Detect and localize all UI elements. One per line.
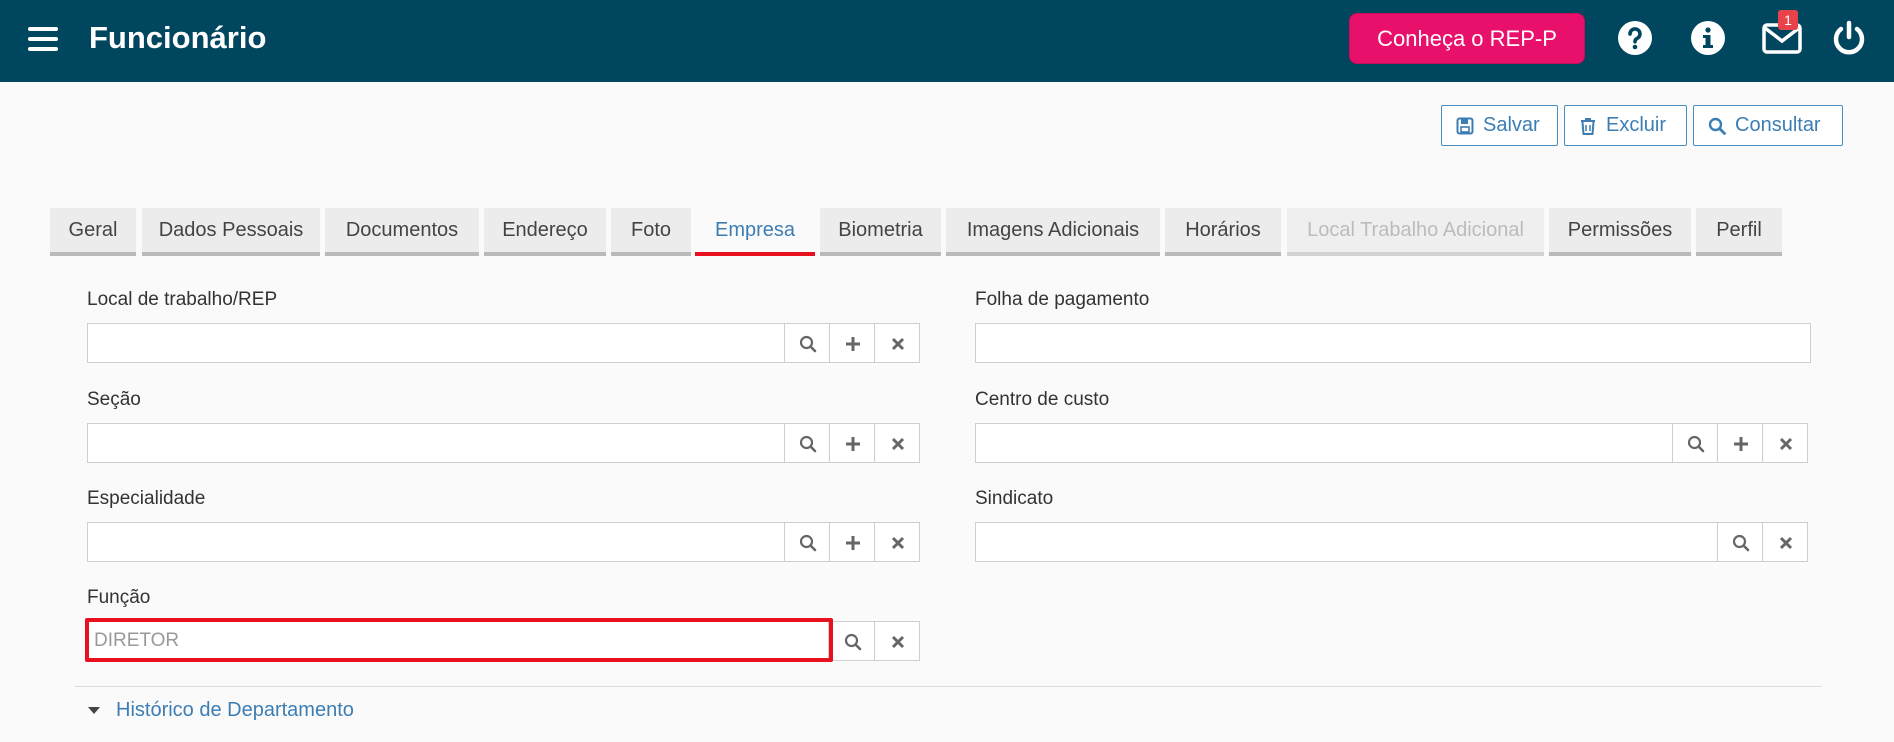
- search-icon: [799, 335, 817, 353]
- top-header-bar: Funcionário Conheça o REP-P 1: [0, 0, 1894, 82]
- section-divider: [75, 686, 1822, 687]
- sindicato-clear-button[interactable]: [1762, 522, 1808, 562]
- tab-imagens-adicionais[interactable]: Imagens Adicionais: [946, 208, 1160, 256]
- tab-permissoes[interactable]: Permissões: [1549, 208, 1691, 256]
- delete-label: Excluir: [1606, 114, 1667, 136]
- plus-icon: [846, 337, 860, 351]
- plus-icon: [846, 437, 860, 451]
- local-trabalho-search-button[interactable]: [784, 323, 830, 363]
- funcao-clear-button[interactable]: [874, 621, 920, 661]
- sindicato-search-button[interactable]: [1717, 522, 1763, 562]
- secao-search-button[interactable]: [784, 423, 830, 463]
- rep-p-button[interactable]: Conheça o REP-P: [1349, 13, 1585, 64]
- secao-add-button[interactable]: [829, 423, 875, 463]
- local-trabalho-clear-button[interactable]: [874, 323, 920, 363]
- tab-local-trabalho-adicional: Local Trabalho Adicional: [1287, 208, 1544, 256]
- info-icon[interactable]: [1690, 20, 1726, 56]
- page-title: Funcionário: [89, 20, 267, 55]
- especialidade-label: Especialidade: [87, 488, 206, 509]
- folha-pagamento-label: Folha de pagamento: [975, 289, 1150, 310]
- save-label: Salvar: [1483, 114, 1540, 136]
- funcao-input[interactable]: [87, 621, 829, 661]
- centro-custo-add-button[interactable]: [1717, 423, 1763, 463]
- tab-perfil[interactable]: Perfil: [1696, 208, 1782, 256]
- secao-input[interactable]: [87, 423, 785, 463]
- close-icon: [891, 337, 905, 351]
- search-icon: [844, 633, 862, 651]
- tab-geral[interactable]: Geral: [50, 208, 136, 256]
- search-icon: [799, 534, 817, 552]
- close-icon: [891, 536, 905, 550]
- delete-button[interactable]: Excluir: [1564, 105, 1687, 146]
- local-trabalho-add-button[interactable]: [829, 323, 875, 363]
- secao-clear-button[interactable]: [874, 423, 920, 463]
- centro-custo-label: Centro de custo: [975, 389, 1110, 410]
- local-trabalho-label: Local de trabalho/REP: [87, 289, 278, 310]
- close-icon: [891, 635, 905, 649]
- search-icon: [799, 435, 817, 453]
- especialidade-search-button[interactable]: [784, 522, 830, 562]
- tab-empresa[interactable]: Empresa: [695, 208, 815, 256]
- search-icon: [1708, 117, 1726, 135]
- tab-endereco[interactable]: Endereço: [484, 208, 606, 256]
- especialidade-add-button[interactable]: [829, 522, 875, 562]
- search-icon: [1732, 534, 1750, 552]
- centro-custo-search-button[interactable]: [1672, 423, 1718, 463]
- local-trabalho-input[interactable]: [87, 323, 785, 363]
- menu-icon[interactable]: [28, 27, 60, 53]
- close-icon: [1779, 437, 1793, 451]
- tab-horarios[interactable]: Horários: [1165, 208, 1281, 256]
- sindicato-label: Sindicato: [975, 488, 1054, 509]
- historico-departamento-link[interactable]: Histórico de Departamento: [116, 698, 354, 722]
- help-icon[interactable]: [1617, 20, 1653, 56]
- especialidade-input[interactable]: [87, 522, 785, 562]
- consult-button[interactable]: Consultar: [1693, 105, 1843, 146]
- tab-dados-pessoais[interactable]: Dados Pessoais: [142, 208, 320, 256]
- power-icon[interactable]: [1831, 20, 1867, 56]
- sindicato-input[interactable]: [975, 522, 1718, 562]
- notification-badge: 1: [1778, 10, 1798, 30]
- save-icon: [1456, 117, 1474, 135]
- tab-documentos[interactable]: Documentos: [325, 208, 479, 256]
- funcao-search-button[interactable]: [829, 621, 875, 661]
- secao-label: Seção: [87, 389, 141, 410]
- close-icon: [891, 437, 905, 451]
- centro-custo-input[interactable]: [975, 423, 1673, 463]
- tab-biometria[interactable]: Biometria: [820, 208, 941, 256]
- centro-custo-clear-button[interactable]: [1762, 423, 1808, 463]
- trash-icon: [1581, 118, 1595, 135]
- tab-foto[interactable]: Foto: [611, 208, 691, 256]
- search-icon: [1687, 435, 1705, 453]
- plus-icon: [1734, 437, 1748, 451]
- folha-pagamento-input[interactable]: [975, 323, 1811, 363]
- save-button[interactable]: Salvar: [1441, 105, 1558, 146]
- close-icon: [1779, 536, 1793, 550]
- especialidade-clear-button[interactable]: [874, 522, 920, 562]
- caret-down-icon[interactable]: [88, 707, 100, 714]
- consult-label: Consultar: [1735, 114, 1821, 136]
- plus-icon: [846, 536, 860, 550]
- funcao-label: Função: [87, 587, 151, 608]
